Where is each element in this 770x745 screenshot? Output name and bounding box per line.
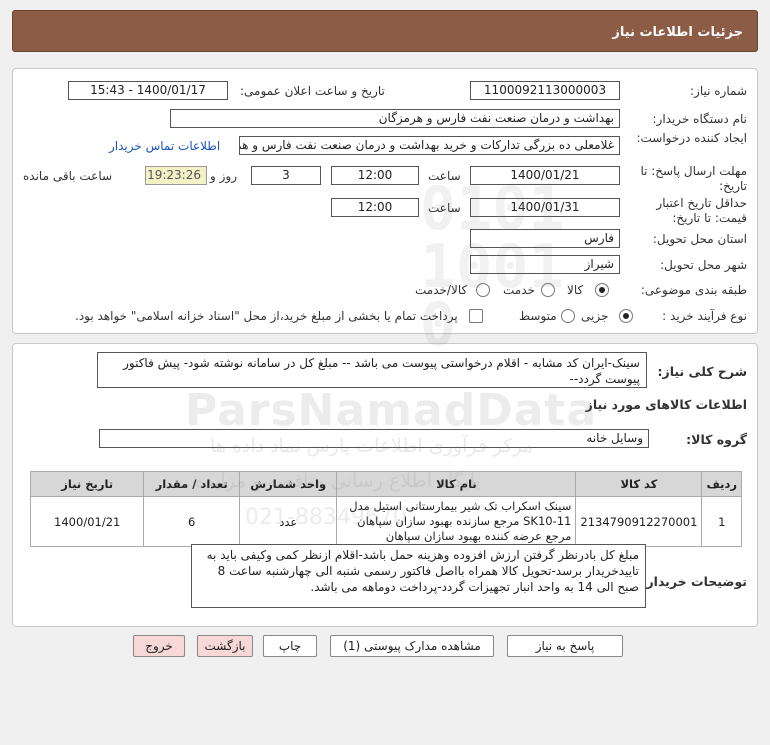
col-code: کد کالا [575, 471, 703, 497]
buyer-org-label: نام دستگاه خریدار: [652, 112, 748, 126]
row-date: 1400/01/21 [29, 496, 145, 547]
page-title: جزئیات اطلاعات نیاز [612, 25, 743, 40]
buyer-org-field: بهداشت و درمان صنعت نفت فارس و هرمزگان [170, 109, 620, 128]
process-radio-minor[interactable] [619, 309, 633, 323]
validity-label: حداقل تاریخ اعتبار قیمت: تا تاریخ: [656, 196, 747, 225]
watermark-phone: 021-88349670 [245, 505, 407, 530]
remaining-time-field: 19:23:26 [145, 166, 207, 185]
process-label: نوع فرآیند خرید : [662, 309, 747, 323]
payment-note: پرداخت تمام یا بخشی از مبلغ خرید،از محل … [75, 309, 458, 323]
summary-label: شرح کلی نیاز: [657, 364, 747, 379]
days-label: روز و [210, 169, 237, 183]
category-label: طبقه بندی موضوعی: [640, 283, 747, 297]
watermark-brand: ParsNamadData [185, 385, 598, 436]
announce-field: 1400/01/17 - 15:43 [68, 81, 228, 100]
creator-label: ایجاد کننده درخواست: [636, 131, 747, 145]
reply-deadline-label: مهلت ارسال پاسخ: تا تاریخ: [640, 164, 747, 193]
watermark-logo-digits: 0101 1001 0 [420, 174, 565, 360]
back-button[interactable]: بازگشت [197, 635, 253, 657]
print-button[interactable]: چاپ [263, 635, 317, 657]
province-label: استان محل تحویل: [652, 232, 747, 246]
col-date: تاریخ نیاز [29, 471, 145, 497]
reply-time-field: 12:00 [331, 166, 419, 185]
category-radio-goods[interactable] [595, 283, 609, 297]
buyer-notes-box: مبلغ کل بادرنظر گرفتن ارزش افزوده وهزینه… [191, 544, 646, 608]
days-field: 3 [251, 166, 321, 185]
exit-button[interactable]: خروج [133, 635, 185, 657]
city-label: شهر محل تحویل: [660, 258, 747, 272]
page-header: جزئیات اطلاعات نیاز [12, 10, 758, 52]
summary-box: سینک-ایران کد مشابه - اقلام درخواستی پیو… [97, 352, 647, 388]
col-index: ردیف [701, 471, 742, 497]
need-number-label: شماره نیاز: [690, 84, 747, 98]
buyer-notes-label: توضیحات خریدار: [641, 574, 747, 589]
info-panel: شماره نیاز: 1100092113000003 تاریخ و ساع… [12, 68, 758, 334]
goods-section-title: اطلاعات کالاهای مورد نیاز [585, 397, 747, 412]
announce-label: تاریخ و ساعت اعلان عمومی: [240, 84, 385, 98]
need-number-field: 1100092113000003 [470, 81, 620, 100]
watermark-line2: پایگاه اطلاع رسانی مناقصه و مزایده [195, 470, 481, 492]
attachments-button[interactable]: مشاهده مدارک پیوستی (1) [330, 635, 494, 657]
reply-button[interactable]: پاسخ به نیاز [507, 635, 623, 657]
row-qty: 6 [143, 496, 240, 547]
contact-buyer-link[interactable]: اطلاعات تماس خریدار [109, 139, 220, 153]
process-option-minor: جزیی [581, 309, 609, 323]
remaining-label: ساعت باقی مانده [23, 169, 113, 183]
watermark-line1: مرکز فرآوری اطلاعات پارس نماد داده ها [210, 435, 534, 457]
creator-field: غلامعلی ده بزرگی تدارکات و خرید بهداشت و… [239, 136, 620, 155]
row-index: 1 [701, 496, 742, 547]
category-option-goods: کالا [567, 283, 584, 297]
goods-group-label: گروه کالا: [686, 432, 747, 447]
validity-time-field: 12:00 [331, 198, 419, 217]
row-code: 2134790912270001 [575, 496, 703, 547]
